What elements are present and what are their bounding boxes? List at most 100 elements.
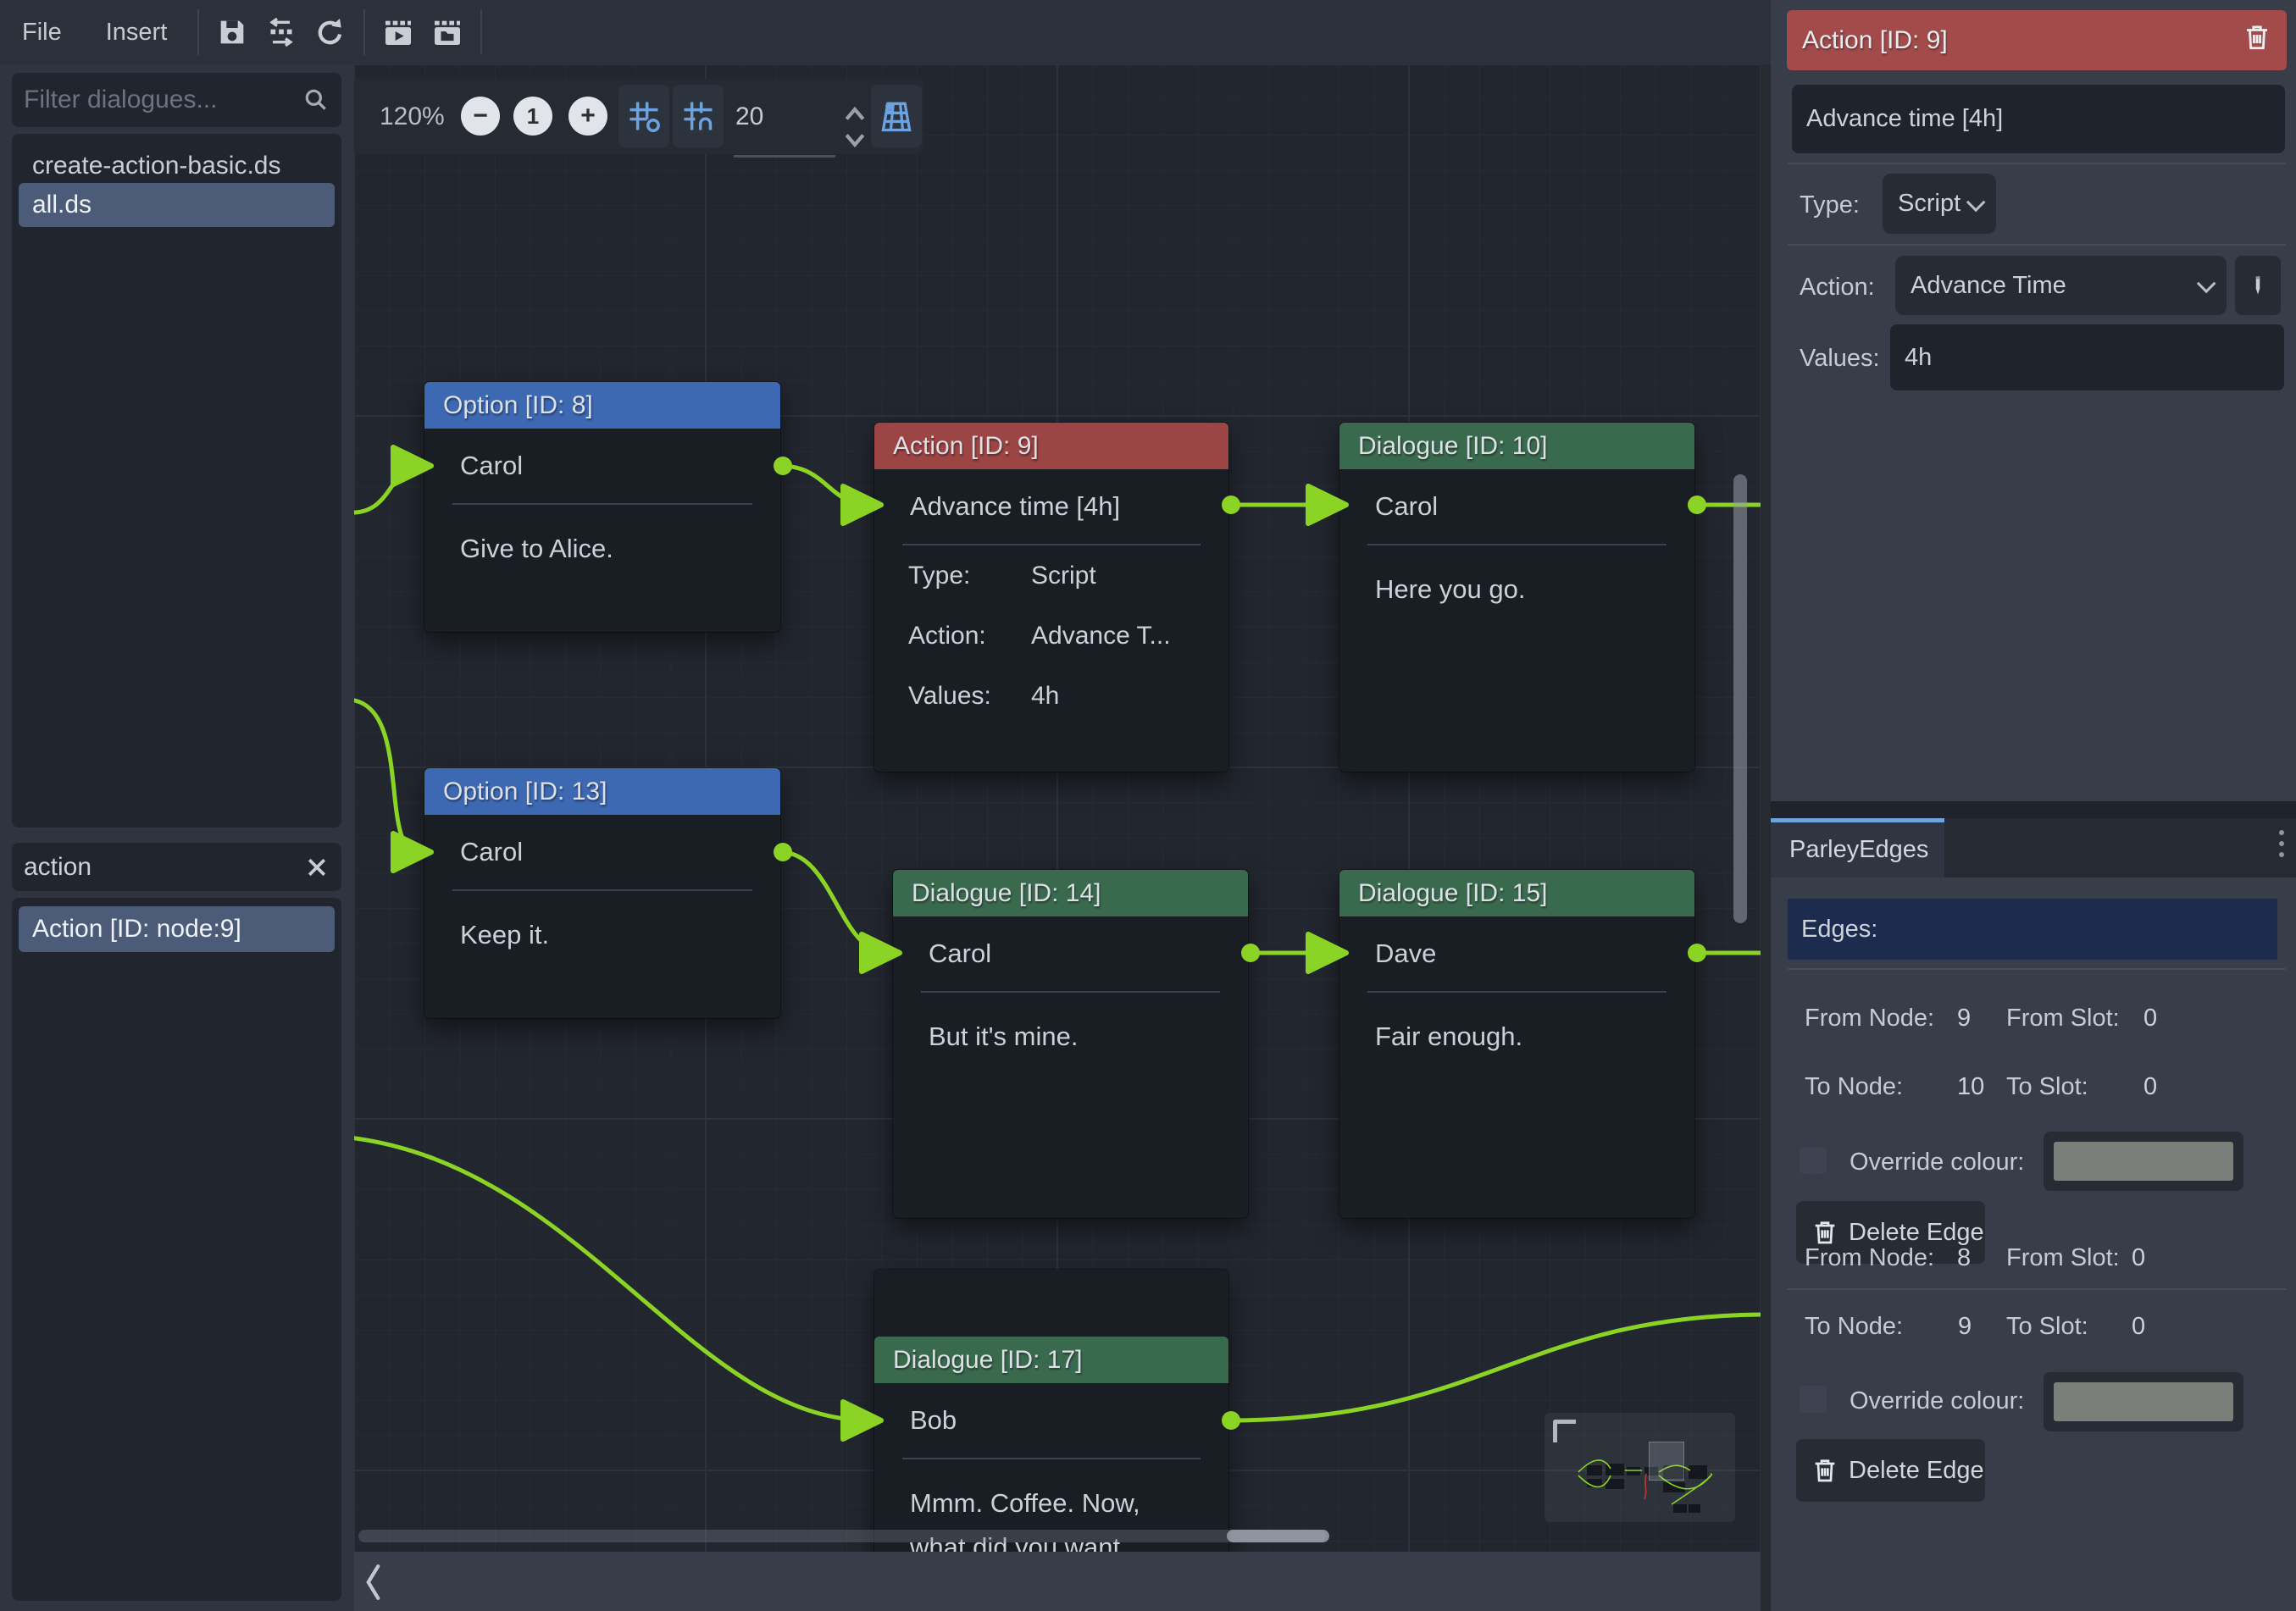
separator — [1788, 1288, 2286, 1290]
zoom-out-button[interactable]: − — [461, 97, 500, 136]
node-speaker: Carol — [1375, 491, 1438, 522]
list-item[interactable]: create-action-basic.ds — [19, 144, 335, 188]
from-slot-label: From Slot: — [2006, 1005, 2120, 1032]
node-title: Dialogue [ID: 15] — [1358, 879, 1547, 908]
to-slot-label: To Slot: — [2006, 1313, 2088, 1341]
to-node-value: 9 — [1958, 1313, 1972, 1341]
node-search-input[interactable]: action — [12, 843, 341, 891]
values-value: 4h — [1905, 344, 1932, 372]
node-speaker: Bob — [910, 1405, 957, 1436]
override-colour-label: Override colour: — [1850, 1387, 2024, 1415]
save-button[interactable] — [208, 8, 257, 57]
play-dialogue-icon — [381, 15, 415, 49]
play-dialogue-button[interactable] — [374, 8, 423, 57]
canvas-vertical-scrollbar[interactable] — [1733, 474, 1747, 923]
tab-parleyedges[interactable]: ParleyEdges — [1771, 818, 1944, 877]
values-input[interactable]: 4h — [1890, 324, 2284, 390]
zoom-reset-button[interactable]: 1 — [513, 97, 552, 136]
snap-connections-icon — [679, 97, 717, 135]
inspector-panel: Action [ID: 9] Advance time [4h] Type: S… — [1771, 0, 2296, 1611]
panel-splitter[interactable] — [1771, 801, 2296, 818]
clear-search-icon[interactable] — [304, 855, 330, 880]
dialogue-folder-button[interactable] — [423, 8, 472, 57]
node-header[interactable]: Action [ID: 9] — [874, 423, 1228, 469]
list-item[interactable]: Action [ID: node:9] — [19, 906, 335, 952]
undo-button[interactable] — [306, 8, 355, 57]
snap-spin-up[interactable] — [844, 104, 866, 127]
to-node-label: To Node: — [1805, 1073, 1903, 1101]
graph-minimap[interactable] — [1545, 1413, 1735, 1522]
collapse-sidebar-button[interactable] — [361, 1564, 386, 1605]
dock-menu-icon[interactable] — [2279, 830, 2284, 857]
delete-edge-label: Delete Edge — [1849, 1457, 1984, 1485]
graph-node-option-13[interactable]: Option [ID: 13] Carol Keep it. — [424, 768, 780, 1018]
menu-separator — [363, 9, 365, 55]
node-speaker: Carol — [460, 837, 523, 867]
from-node-value: 8 — [1957, 1244, 1971, 1272]
snap-spin-down[interactable] — [844, 131, 866, 154]
node-text: Keep it. — [424, 891, 780, 979]
edit-action-button[interactable] — [2235, 256, 2281, 315]
menu-separator — [480, 9, 482, 55]
dialogue-filter-input[interactable]: Filter dialogues... — [12, 73, 341, 127]
canvas-horizontal-scrollbar-thumb[interactable] — [1227, 1530, 1329, 1542]
snap-connections-toggle[interactable] — [673, 85, 724, 147]
tab-label: ParleyEdges — [1789, 836, 1928, 864]
node-header[interactable]: Dialogue [ID: 10] — [1339, 423, 1694, 469]
separator — [1788, 968, 2286, 970]
override-colour-picker[interactable] — [2044, 1132, 2243, 1191]
snap-distance-underline — [734, 155, 835, 158]
dialogue-file-list: create-action-basic.ds all.ds — [12, 134, 341, 828]
node-name-input[interactable]: Advance time [4h] — [1792, 85, 2285, 153]
inspector-title: Action [ID: 9] — [1802, 26, 1948, 55]
node-field-row: Type:Script — [874, 545, 1228, 606]
node-search-results: Action [ID: node:9] — [12, 898, 341, 1601]
action-value: Advance Time — [1911, 272, 2066, 300]
list-item[interactable]: all.ds — [19, 183, 335, 227]
minimap-viewport[interactable] — [1649, 1442, 1684, 1481]
override-colour-label: Override colour: — [1850, 1149, 2024, 1176]
node-header[interactable]: Option [ID: 8] — [424, 382, 780, 429]
snap-grid-toggle[interactable] — [618, 85, 669, 147]
edge — [354, 466, 419, 512]
canvas-horizontal-scrollbar[interactable] — [358, 1530, 1326, 1542]
override-colour-checkbox[interactable] — [1800, 1386, 1827, 1413]
node-header[interactable]: Dialogue [ID: 14] — [893, 870, 1248, 916]
node-header[interactable]: Option [ID: 13] — [424, 768, 780, 815]
graph-node-dialogue-14[interactable]: Dialogue [ID: 14] Carol But it's mine. — [893, 870, 1248, 1218]
dock-splitter[interactable] — [1761, 64, 1771, 1611]
override-colour-checkbox[interactable] — [1800, 1147, 1827, 1174]
bottom-dock-tabs: ParleyEdges — [1771, 818, 2296, 877]
zoom-in-button[interactable]: + — [568, 97, 607, 136]
reorder-dialogue-icon — [264, 15, 298, 49]
edges-section-header[interactable]: Edges: — [1788, 899, 2277, 960]
node-text: Give to Alice. — [424, 505, 780, 593]
edge — [1228, 1315, 1761, 1420]
menu-insert[interactable]: Insert — [84, 19, 190, 47]
snap-distance-value[interactable]: 20 — [735, 79, 763, 154]
delete-edge-button[interactable]: Delete Edge — [1796, 1439, 1985, 1502]
action-dropdown[interactable]: Advance Time — [1895, 256, 2227, 315]
minimap-toggle[interactable] — [871, 85, 922, 147]
type-dropdown[interactable]: Script — [1883, 174, 1996, 234]
graph-node-option-8[interactable]: Option [ID: 8] Carol Give to Alice. — [424, 382, 780, 632]
type-label: Type: — [1800, 191, 1860, 219]
edges-header-label: Edges: — [1801, 916, 1877, 944]
graph-node-dialogue-10[interactable]: Dialogue [ID: 10] Carol Here you go. — [1339, 423, 1694, 772]
node-field-row: Values:4h — [874, 666, 1228, 726]
reorder-dialogue-button[interactable] — [257, 8, 306, 57]
node-header[interactable]: Dialogue [ID: 17] — [874, 1337, 1228, 1383]
override-colour-picker[interactable] — [2044, 1372, 2243, 1431]
graph-node-dialogue-15[interactable]: Dialogue [ID: 15] Dave Fair enough. — [1339, 870, 1694, 1218]
node-speaker-row: Carol — [893, 916, 1248, 991]
zoom-level-label: 120% — [380, 79, 445, 154]
from-node-value: 9 — [1957, 1005, 1971, 1032]
dialogue-filter-box: Filter dialogues... — [12, 73, 341, 127]
delete-node-button[interactable] — [2243, 23, 2271, 58]
graph-node-dialogue-17[interactable]: Dialogue [ID: 17] Bob Mmm. Coffee. Now, … — [874, 1270, 1228, 1552]
dialogue-folder-icon — [430, 15, 464, 49]
menu-file[interactable]: File — [0, 19, 84, 47]
graph-canvas[interactable]: Option [ID: 8] Carol Give to Alice. Acti… — [354, 64, 1761, 1552]
node-header[interactable]: Dialogue [ID: 15] — [1339, 870, 1694, 916]
graph-node-action-9[interactable]: Action [ID: 9] Advance time [4h] Type:Sc… — [874, 423, 1228, 772]
